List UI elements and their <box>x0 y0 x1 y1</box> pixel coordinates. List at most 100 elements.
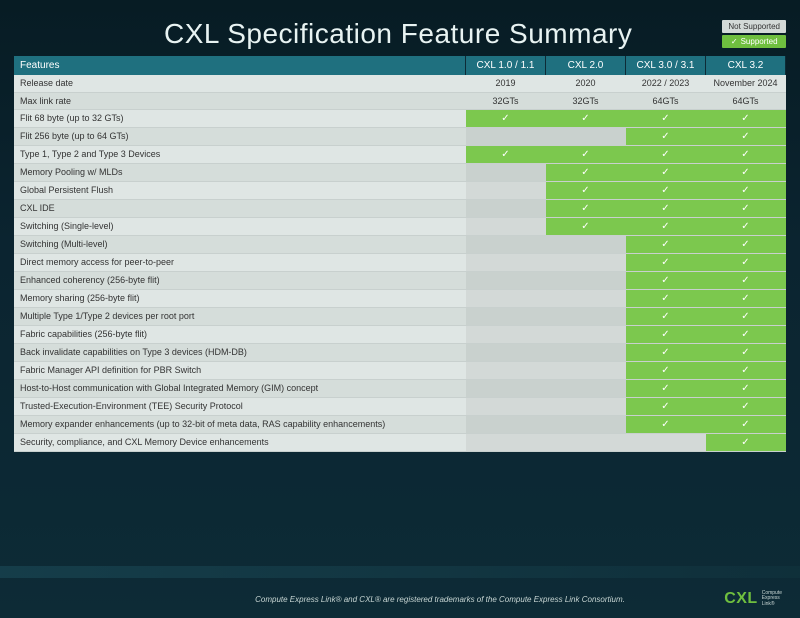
feature-cell: ✓ <box>626 127 706 145</box>
feature-cell: 2019 <box>466 75 546 92</box>
table-row: Switching (Single-level)✓✓✓ <box>14 217 786 235</box>
feature-cell: ✓ <box>706 307 786 325</box>
feature-cell: ✓ <box>466 145 546 163</box>
table-row: Flit 68 byte (up to 32 GTs)✓✓✓✓ <box>14 109 786 127</box>
col-cxl10: CXL 1.0 / 1.1 <box>466 56 546 75</box>
feature-cell: ✓ <box>626 325 706 343</box>
feature-cell: ✓ <box>626 415 706 433</box>
feature-cell: ✓ <box>706 145 786 163</box>
check-icon: ✓ <box>741 383 749 394</box>
feature-cell <box>626 433 706 451</box>
feature-label: Fabric Manager API definition for PBR Sw… <box>14 361 466 379</box>
feature-cell: ✓ <box>706 199 786 217</box>
feature-cell <box>466 397 546 415</box>
feature-cell <box>546 307 626 325</box>
footer: Compute Express Link® and CXL® are regis… <box>0 595 800 604</box>
feature-cell: ✓ <box>626 145 706 163</box>
feature-cell: ✓ <box>546 199 626 217</box>
check-icon: ✓ <box>581 221 589 232</box>
footer-text: Compute Express Link® and CXL® are regis… <box>0 595 800 604</box>
logo-subtext: Compute Express Link® <box>762 591 782 608</box>
check-icon: ✓ <box>581 185 589 196</box>
feature-label: Switching (Single-level) <box>14 217 466 235</box>
feature-label: Memory expander enhancements (up to 32-b… <box>14 415 466 433</box>
feature-cell: ✓ <box>546 163 626 181</box>
feature-label: Multiple Type 1/Type 2 devices per root … <box>14 307 466 325</box>
table-row: Max link rate32GTs32GTs64GTs64GTs <box>14 92 786 109</box>
table-row: Memory Pooling w/ MLDs ✓ ✓ ✓ <box>14 163 786 181</box>
check-icon: ✓ <box>741 149 749 160</box>
feature-cell: ✓ <box>626 397 706 415</box>
check-icon: ✓ <box>741 329 749 340</box>
table-row: Security, compliance, and CXL Memory Dev… <box>14 433 786 451</box>
col-features: Features <box>14 56 466 75</box>
feature-cell: 32GTs <box>546 92 626 109</box>
feature-cell: ✓ <box>706 289 786 307</box>
check-icon: ✓ <box>661 167 669 178</box>
col-cxl30: CXL 3.0 / 3.1 <box>626 56 706 75</box>
check-icon: ✓ <box>581 113 589 124</box>
feature-label: Fabric capabilities (256-byte flit) <box>14 325 466 343</box>
feature-label: Security, compliance, and CXL Memory Dev… <box>14 433 466 451</box>
check-icon: ✓ <box>581 167 589 178</box>
feature-cell: ✓ <box>706 361 786 379</box>
check-icon: ✓ <box>731 37 738 46</box>
feature-cell: ✓ <box>706 235 786 253</box>
table-row: Back invalidate capabilities on Type 3 d… <box>14 343 786 361</box>
check-icon: ✓ <box>661 275 669 286</box>
feature-cell <box>546 271 626 289</box>
check-icon: ✓ <box>661 419 669 430</box>
feature-cell <box>546 397 626 415</box>
legend-supported: ✓ Supported <box>722 35 786 48</box>
check-icon: ✓ <box>741 185 749 196</box>
feature-cell: ✓ <box>706 181 786 199</box>
feature-cell <box>546 343 626 361</box>
feature-cell: 64GTs <box>706 92 786 109</box>
legend-supported-label: Supported <box>741 37 778 46</box>
feature-cell: ✓ <box>626 199 706 217</box>
check-icon: ✓ <box>661 347 669 358</box>
feature-cell <box>546 253 626 271</box>
check-icon: ✓ <box>661 113 669 124</box>
feature-cell: ✓ <box>706 271 786 289</box>
table-row: CXL IDE✓✓✓ <box>14 199 786 217</box>
feature-cell: ✓ <box>626 181 706 199</box>
check-icon: ✓ <box>661 401 669 412</box>
logo-mark: CXL <box>724 590 758 608</box>
feature-cell: ✓ <box>546 217 626 235</box>
check-icon: ✓ <box>661 365 669 376</box>
table-row: Switching (Multi-level)✓✓ <box>14 235 786 253</box>
feature-cell <box>546 235 626 253</box>
feature-cell: 32GTs <box>466 92 546 109</box>
feature-cell <box>466 361 546 379</box>
feature-cell: ✓ <box>706 109 786 127</box>
feature-label: Max link rate <box>14 92 466 109</box>
check-icon: ✓ <box>661 149 669 160</box>
table-row: Global Persistent Flush✓✓✓ <box>14 181 786 199</box>
feature-cell: ✓ <box>626 253 706 271</box>
feature-cell <box>546 433 626 451</box>
check-icon: ✓ <box>741 311 749 322</box>
table-header-row: Features CXL 1.0 / 1.1 CXL 2.0 CXL 3.0 /… <box>14 56 786 75</box>
feature-cell: ✓ <box>546 181 626 199</box>
table-row: Enhanced coherency (256-byte flit)✓✓ <box>14 271 786 289</box>
feature-label: Release date <box>14 75 466 92</box>
feature-cell: ✓ <box>706 379 786 397</box>
feature-cell <box>546 379 626 397</box>
feature-cell <box>466 415 546 433</box>
feature-cell: ✓ <box>626 235 706 253</box>
check-icon: ✓ <box>661 329 669 340</box>
legend-not-supported: Not Supported <box>722 20 786 33</box>
feature-label: Memory Pooling w/ MLDs <box>14 163 466 181</box>
feature-cell <box>466 217 546 235</box>
feature-label: Flit 256 byte (up to 64 GTs) <box>14 127 466 145</box>
feature-cell <box>546 289 626 307</box>
feature-cell: 2020 <box>546 75 626 92</box>
check-icon: ✓ <box>501 149 509 160</box>
feature-cell: ✓ <box>546 109 626 127</box>
check-icon: ✓ <box>741 221 749 232</box>
feature-cell: ✓ <box>706 163 786 181</box>
feature-cell: November 2024 <box>706 75 786 92</box>
check-icon: ✓ <box>501 113 509 124</box>
table-row: Host-to-Host communication with Global I… <box>14 379 786 397</box>
